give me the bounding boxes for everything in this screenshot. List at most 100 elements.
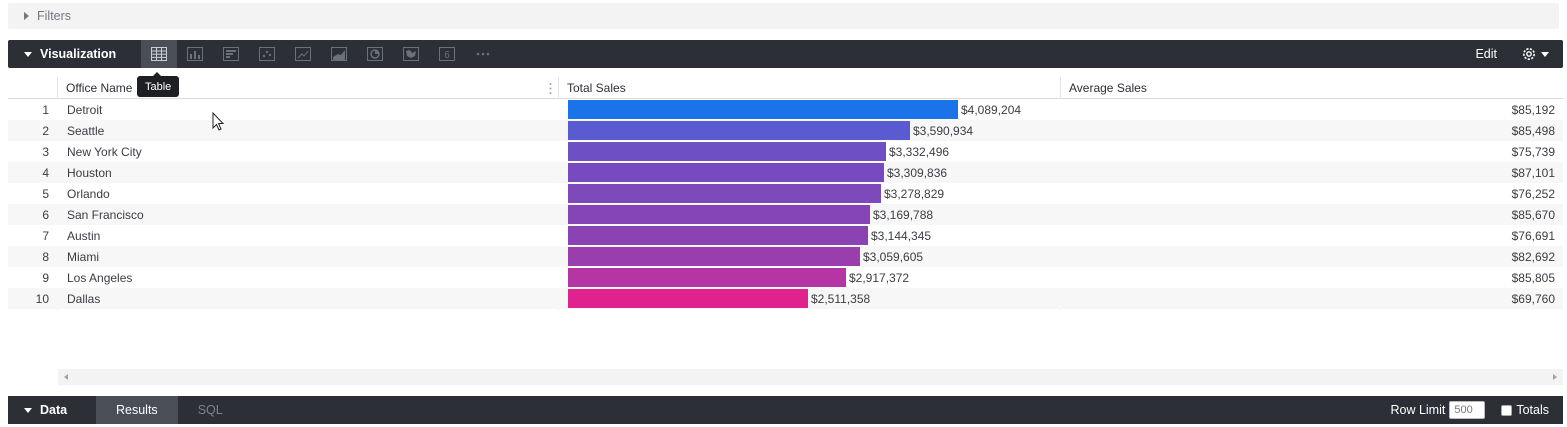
table-header: Office Name Total Sales Average Sales [8,77,1563,99]
total-sales-bar [568,163,884,182]
column-chart-icon[interactable] [177,40,213,68]
row-index: 3 [42,145,49,159]
caret-down-icon [24,51,32,57]
total-sales-bar [568,247,860,266]
office-name-cell[interactable]: Seattle [67,124,104,138]
total-sales-bar [568,226,868,245]
total-sales-cell[interactable]: $4,089,204 [961,103,1021,117]
caret-right-icon [24,12,29,20]
total-sales-cell[interactable]: $3,169,788 [873,208,933,222]
mouse-cursor-icon [212,112,225,131]
row-index: 8 [42,250,49,264]
table-icon[interactable] [141,40,177,68]
horizontal-scrollbar[interactable] [58,369,1563,385]
average-sales-cell[interactable]: $85,805 [1512,271,1555,285]
table-row[interactable]: 7 Austin $3,144,345 $76,691 [8,225,1563,246]
row-index: 1 [42,103,49,117]
data-label: Data [40,403,68,417]
total-sales-bar [568,100,958,119]
map-icon[interactable] [393,40,429,68]
caret-down-icon [24,407,32,413]
table-row[interactable]: 10 Dallas $2,511,358 $69,760 [8,288,1563,309]
gear-icon [1523,48,1535,60]
average-sales-cell[interactable]: $76,691 [1512,229,1555,243]
average-sales-cell[interactable]: $85,192 [1512,103,1555,117]
settings-menu[interactable] [1521,46,1549,62]
table-row[interactable]: 2 Seattle $3,590,934 $85,498 [8,120,1563,141]
office-name-cell[interactable]: Detroit [67,103,102,117]
row-index: 7 [42,229,49,243]
column-header-total-sales[interactable]: Total Sales [567,81,626,95]
office-name-cell[interactable]: Austin [67,229,100,243]
average-sales-cell[interactable]: $75,739 [1512,145,1555,159]
total-sales-bar [568,205,870,224]
office-name-cell[interactable]: San Francisco [67,208,144,222]
total-sales-cell[interactable]: $2,511,358 [811,292,870,306]
scroll-right-icon[interactable] [1553,374,1557,380]
pie-chart-icon[interactable] [357,40,393,68]
filters-section[interactable]: Filters [8,3,1559,29]
total-sales-bar [568,184,881,203]
more-icon[interactable] [465,40,501,68]
column-header-average-sales[interactable]: Average Sales [1069,81,1147,95]
table-row[interactable]: 5 Orlando $3,278,829 $76,252 [8,183,1563,204]
results-table: Office Name Total Sales Average Sales 1 D… [8,77,1563,310]
total-sales-bar [568,268,846,287]
single-value-icon[interactable]: 6 [429,40,465,68]
table-body: 1 Detroit $4,089,204 $85,192 2 Seattle $3,590,… [8,99,1563,309]
average-sales-cell[interactable]: $76,252 [1512,187,1555,201]
row-index: 4 [42,166,49,180]
visualization-label: Visualization [40,47,117,61]
scroll-left-icon[interactable] [64,374,68,380]
average-sales-cell[interactable]: $87,101 [1512,166,1555,180]
office-name-cell[interactable]: New York City [67,145,142,159]
line-chart-icon[interactable] [285,40,321,68]
totals-checkbox[interactable] [1501,404,1513,416]
total-sales-bar [568,289,808,308]
area-chart-icon[interactable] [321,40,357,68]
total-sales-cell[interactable]: $3,278,829 [884,187,944,201]
column-menu-icon[interactable] [549,82,552,95]
table-row[interactable]: 3 New York City $3,332,496 $75,739 [8,141,1563,162]
column-header-office-name[interactable]: Office Name [66,81,132,95]
data-bar: Data Results SQL Row Limit Totals [8,396,1563,424]
total-sales-cell[interactable]: $3,309,836 [887,166,947,180]
bar-chart-icon[interactable] [213,40,249,68]
row-index: 2 [42,124,49,138]
table-row[interactable]: 6 San Francisco $3,169,788 $85,670 [8,204,1563,225]
table-row[interactable]: 9 Los Angeles $2,917,372 $85,805 [8,267,1563,288]
table-row[interactable]: 8 Miami $3,059,605 $82,692 [8,246,1563,267]
totals-label: Totals [1516,403,1549,417]
office-name-cell[interactable]: Orlando [67,187,110,201]
total-sales-cell[interactable]: $3,590,934 [913,124,973,138]
tab-results[interactable]: Results [96,396,178,424]
average-sales-cell[interactable]: $85,670 [1512,208,1555,222]
total-sales-bar [568,121,910,140]
data-toggle[interactable]: Data [8,403,96,417]
total-sales-bar [568,142,886,161]
average-sales-cell[interactable]: $82,692 [1512,250,1555,264]
total-sales-cell[interactable]: $3,059,605 [863,250,923,264]
office-name-cell[interactable]: Houston [67,166,112,180]
total-sales-cell[interactable]: $2,917,372 [849,271,909,285]
total-sales-cell[interactable]: $3,332,496 [889,145,949,159]
tab-sql[interactable]: SQL [178,396,243,424]
office-name-cell[interactable]: Dallas [67,292,100,306]
filters-label: Filters [37,9,72,23]
office-name-cell[interactable]: Los Angeles [67,271,132,285]
scatter-icon[interactable] [249,40,285,68]
visualization-toggle[interactable]: Visualization [8,47,141,61]
row-index: 9 [42,271,49,285]
table-row[interactable]: 4 Houston $3,309,836 $87,101 [8,162,1563,183]
total-sales-cell[interactable]: $3,144,345 [871,229,931,243]
office-name-cell[interactable]: Miami [67,250,99,264]
edit-button[interactable]: Edit [1475,47,1497,61]
average-sales-cell[interactable]: $69,760 [1512,292,1555,306]
row-index: 6 [42,208,49,222]
row-index: 10 [35,292,49,306]
average-sales-cell[interactable]: $85,498 [1512,124,1555,138]
visualization-type-picker: 6 [141,40,501,68]
table-row[interactable]: 1 Detroit $4,089,204 $85,192 [8,99,1563,120]
row-limit-input[interactable] [1449,401,1486,419]
tooltip: Table [137,72,180,97]
